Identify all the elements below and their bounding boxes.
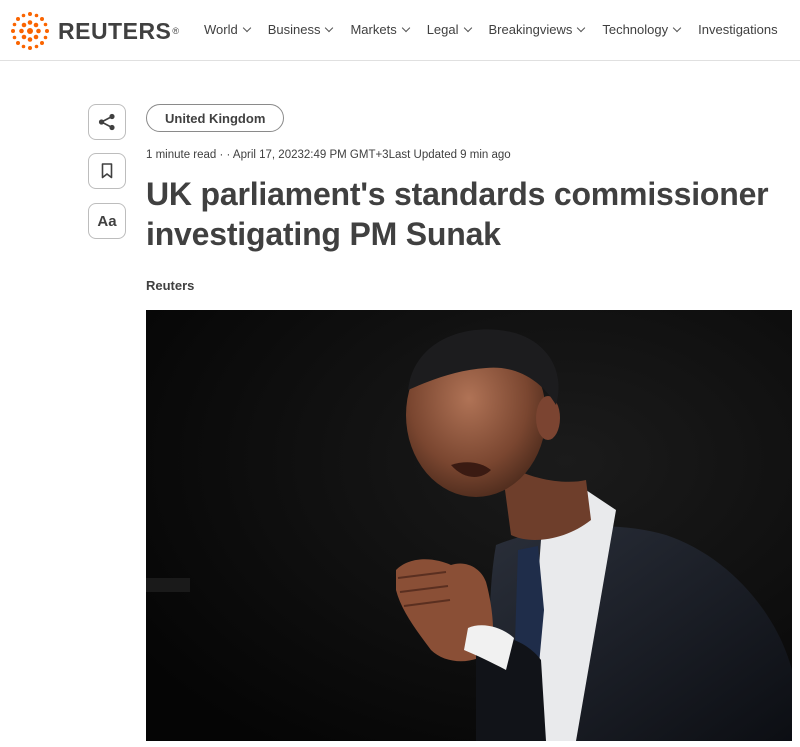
nav-item-investigations[interactable]: Investigations <box>698 22 778 37</box>
article-headline: UK parliament's standards commissioner i… <box>146 176 769 252</box>
top-navigation-bar: REUTERS ® World Business Markets Legal Br… <box>0 0 800 61</box>
nav-item-business[interactable]: Business <box>267 22 334 37</box>
nav-label: Business <box>267 22 321 37</box>
chevron-down-icon <box>325 23 334 32</box>
chevron-down-icon <box>463 23 472 32</box>
nav-label: World <box>204 22 238 37</box>
nav-label: Investigations <box>698 22 778 37</box>
article-byline: Reuters <box>146 278 195 293</box>
bookmark-button[interactable] <box>88 153 126 189</box>
main-nav: World Business Markets Legal Breakingvie… <box>204 22 778 37</box>
nav-item-legal[interactable]: Legal <box>426 22 472 37</box>
reuters-logo[interactable]: REUTERS ® <box>8 9 179 53</box>
brand-name: REUTERS <box>58 17 172 44</box>
share-button[interactable] <box>88 104 126 140</box>
nav-label: Technology <box>602 22 669 37</box>
chevron-down-icon <box>577 23 586 32</box>
nav-item-technology[interactable]: Technology <box>602 22 682 37</box>
speaker-photo-illustration <box>146 310 792 741</box>
brand-registered-mark: ® <box>172 26 180 36</box>
nav-label: Legal <box>426 22 459 37</box>
nav-label: Markets <box>350 22 397 37</box>
font-size-label: Aa <box>97 212 117 230</box>
share-icon <box>98 113 115 131</box>
article-meta: 1 minute read · · April 17, 20232:49 PM … <box>146 149 511 161</box>
section-tag-united-kingdom[interactable]: United Kingdom <box>146 104 285 132</box>
nav-item-markets[interactable]: Markets <box>350 22 410 37</box>
chevron-down-icon <box>672 23 682 32</box>
nav-label: Breakingviews <box>488 22 573 37</box>
chevron-down-icon <box>401 23 410 32</box>
font-size-button[interactable]: Aa <box>88 203 126 239</box>
bookmark-icon <box>101 163 113 179</box>
nav-item-breakingviews[interactable]: Breakingviews <box>488 22 586 37</box>
nav-item-world[interactable]: World <box>204 22 251 37</box>
lead-photo <box>146 310 792 741</box>
reuters-dot-logo-icon <box>11 12 49 50</box>
chevron-down-icon <box>242 23 251 32</box>
